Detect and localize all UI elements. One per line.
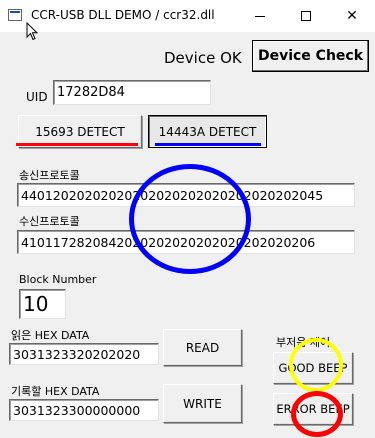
device-status-text: Device OK — [164, 49, 242, 67]
uid-field[interactable]: 17282D84 — [53, 80, 211, 105]
read-hex-field[interactable]: 3031323320202020 — [9, 343, 159, 365]
send-protocol-field[interactable]: 44012020202020202020202020202020202045 — [17, 183, 355, 207]
close-icon: ✕ — [346, 8, 358, 24]
uid-label: UID — [26, 90, 48, 104]
window-title: CCR-USB DLL DEMO / ccr32.dll — [31, 8, 215, 22]
write-button[interactable]: WRITE — [163, 384, 242, 423]
recv-protocol-field[interactable]: 4101172820842020202020202020202020206 — [17, 230, 355, 254]
blue-circle-annotation — [129, 164, 251, 274]
good-beep-button[interactable]: GOOD BEEP — [273, 352, 353, 384]
error-beep-button[interactable]: ERROR BEEP — [273, 393, 353, 425]
close-button[interactable]: ✕ — [329, 0, 375, 32]
write-hex-field[interactable]: 3031323300000000 — [9, 399, 159, 421]
write-hex-label: 기록할 HEX DATA — [11, 385, 100, 398]
maximize-button[interactable] — [283, 0, 329, 32]
blue-underline-annotation — [155, 143, 261, 146]
send-protocol-label: 송신프로토콜 — [19, 169, 80, 182]
minimize-button[interactable] — [237, 0, 283, 32]
device-check-button[interactable]: Device Check — [252, 40, 369, 72]
recv-protocol-label: 수신프로토콜 — [19, 215, 80, 228]
mouse-cursor-icon — [26, 22, 39, 41]
title-bar: CCR-USB DLL DEMO / ccr32.dll ✕ — [0, 0, 375, 32]
maximize-icon — [301, 11, 311, 21]
minimize-icon — [255, 15, 265, 17]
block-number-label: Block Number — [19, 273, 97, 286]
read-button[interactable]: READ — [163, 329, 242, 366]
buzzer-label: 부저음 제어 — [276, 336, 331, 349]
block-number-field[interactable]: 10 — [19, 289, 66, 319]
app-icon — [8, 9, 22, 21]
red-underline-annotation — [16, 143, 138, 146]
read-hex-label: 읽은 HEX DATA — [11, 329, 90, 342]
